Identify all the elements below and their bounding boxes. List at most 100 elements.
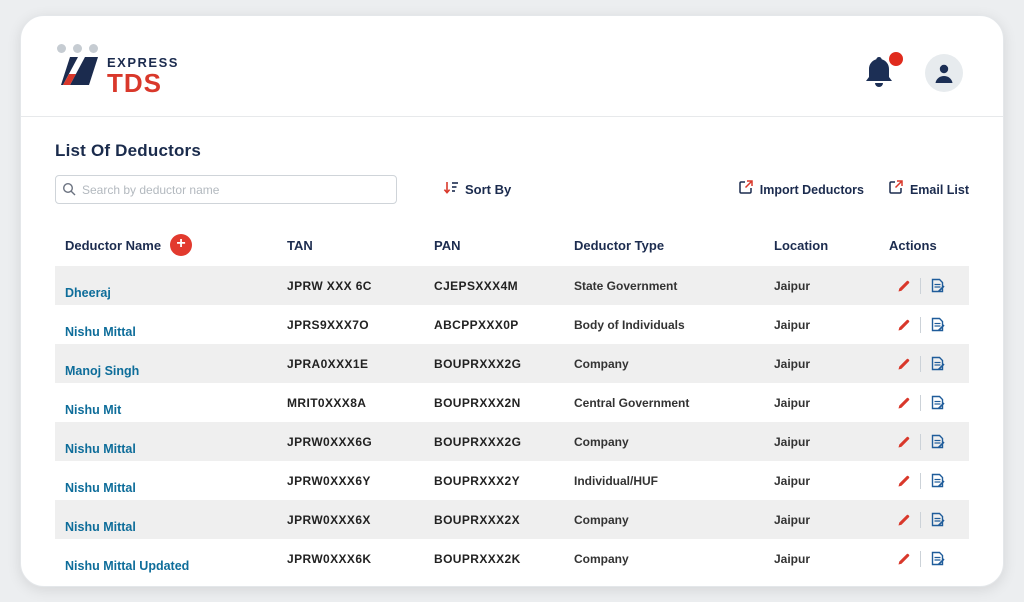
edit-pencil-icon[interactable] [897,318,911,332]
cell-location: Jaipur [774,279,889,293]
document-edit-icon[interactable] [930,395,945,410]
cell-actions [889,356,969,372]
edit-pencil-icon[interactable] [897,513,911,527]
window-dot [73,44,82,53]
actions-divider [920,551,921,567]
document-edit-icon[interactable] [930,356,945,371]
cell-actions [889,395,969,411]
document-edit-icon[interactable] [930,551,945,566]
logo-flag-icon [61,56,99,91]
cell-pan: BOUPRXXX2N [434,396,574,410]
deductor-name-link[interactable]: Nishu Mittal [65,442,136,456]
search-box [55,175,397,204]
deductor-name-link[interactable]: Nishu Mittal [65,325,136,339]
deductor-name-link[interactable]: Manoj Singh [65,364,139,378]
cell-location: Jaipur [774,435,889,449]
cell-tan: JPRW0XXX6K [287,552,434,566]
notification-bell-icon[interactable] [863,54,899,92]
cell-pan: BOUPRXXX2X [434,513,574,527]
logo-text: EXPRESS TDS [107,56,179,96]
edit-pencil-icon[interactable] [897,552,911,566]
edit-pencil-icon[interactable] [897,435,911,449]
cell-actions [889,473,969,489]
main-content: List Of Deductors [21,141,1003,578]
table-header-row: Deductor Name + TAN PAN Deductor Type Lo… [55,224,969,266]
cell-actions [889,512,969,528]
table-row: Nishu Mit MRIT0XXX8A BOUPRXXX2N Central … [55,383,969,422]
cell-deductor-type: Company [574,435,774,449]
col-header-deductor-name: Deductor Name + [65,234,287,256]
cell-deductor-type: Body of Individuals [574,318,774,332]
toolbar-right: Import Deductors Email List [738,179,969,200]
cell-deductor-type: State Government [574,279,774,293]
cell-actions [889,278,969,294]
cell-deductor-name: Manoj Singh [65,364,287,378]
edit-pencil-icon[interactable] [897,279,911,293]
col-header-actions: Actions [889,238,969,253]
deductors-table: Deductor Name + TAN PAN Deductor Type Lo… [55,224,969,578]
document-edit-icon[interactable] [930,434,945,449]
cell-pan: ABCPPXXX0P [434,318,574,332]
deductor-name-link[interactable]: Nishu Mittal [65,520,136,534]
cell-deductor-name: Nishu Mittal [65,520,287,534]
document-edit-icon[interactable] [930,317,945,332]
actions-divider [920,434,921,450]
cell-tan: JPRW XXX 6C [287,279,434,293]
user-avatar[interactable] [925,54,963,92]
email-list-label: Email List [910,183,969,197]
table-row: Nishu Mittal Updated JPRW0XXX6K BOUPRXXX… [55,539,969,578]
window-dot [57,44,66,53]
deductor-name-link[interactable]: Nishu Mit [65,403,121,417]
col-header-label: Deductor Name [65,238,161,253]
window-dot [89,44,98,53]
table-row: Nishu Mittal JPRS9XXX7O ABCPPXXX0P Body … [55,305,969,344]
email-export-icon [888,179,904,200]
table-row: Nishu Mittal JPRW0XXX6Y BOUPRXXX2Y Indiv… [55,461,969,500]
cell-deductor-name: Nishu Mittal Updated [65,559,287,573]
app-window: EXPRESS TDS List Of Deductors [20,15,1004,587]
email-list-button[interactable]: Email List [888,179,969,200]
deductor-name-link[interactable]: Nishu Mittal Updated [65,559,189,573]
window-dots [57,44,98,53]
cell-deductor-name: Nishu Mit [65,403,287,417]
edit-pencil-icon[interactable] [897,474,911,488]
cell-tan: MRIT0XXX8A [287,396,434,410]
sort-by-button[interactable]: Sort By [443,180,511,200]
col-header-tan: TAN [287,238,434,253]
document-edit-icon[interactable] [930,512,945,527]
table-row: Nishu Mittal JPRW0XXX6X BOUPRXXX2X Compa… [55,500,969,539]
app-header: EXPRESS TDS [21,16,1003,96]
header-divider [21,116,1003,117]
table-row: Dheeraj JPRW XXX 6C CJEPSXXX4M State Gov… [55,266,969,305]
edit-pencil-icon[interactable] [897,396,911,410]
edit-pencil-icon[interactable] [897,357,911,371]
cell-tan: JPRW0XXX6X [287,513,434,527]
table-row: Nishu Mittal JPRW0XXX6G BOUPRXXX2G Compa… [55,422,969,461]
search-icon [62,182,76,201]
document-edit-icon[interactable] [930,473,945,488]
cell-actions [889,551,969,567]
cell-location: Jaipur [774,513,889,527]
cell-deductor-type: Company [574,513,774,527]
cell-pan: CJEPSXXX4M [434,279,574,293]
deductor-name-link[interactable]: Nishu Mittal [65,481,136,495]
table-body: Dheeraj JPRW XXX 6C CJEPSXXX4M State Gov… [55,266,969,578]
import-deductors-button[interactable]: Import Deductors [738,179,864,200]
cell-deductor-type: Individual/HUF [574,474,774,488]
cell-deductor-name: Nishu Mittal [65,325,287,339]
deductor-name-link[interactable]: Dheeraj [65,286,111,300]
search-input[interactable] [55,175,397,204]
col-header-location: Location [774,238,889,253]
document-edit-icon[interactable] [930,278,945,293]
notification-badge [887,50,905,68]
col-header-pan: PAN [434,238,574,253]
add-deductor-button[interactable]: + [170,234,192,256]
cell-location: Jaipur [774,474,889,488]
col-header-deductor-type: Deductor Type [574,238,774,253]
actions-divider [920,317,921,333]
express-tds-logo: EXPRESS TDS [61,56,179,96]
cell-location: Jaipur [774,396,889,410]
toolbar: Sort By Import Deductors [55,175,969,204]
header-actions [863,54,963,92]
actions-divider [920,356,921,372]
